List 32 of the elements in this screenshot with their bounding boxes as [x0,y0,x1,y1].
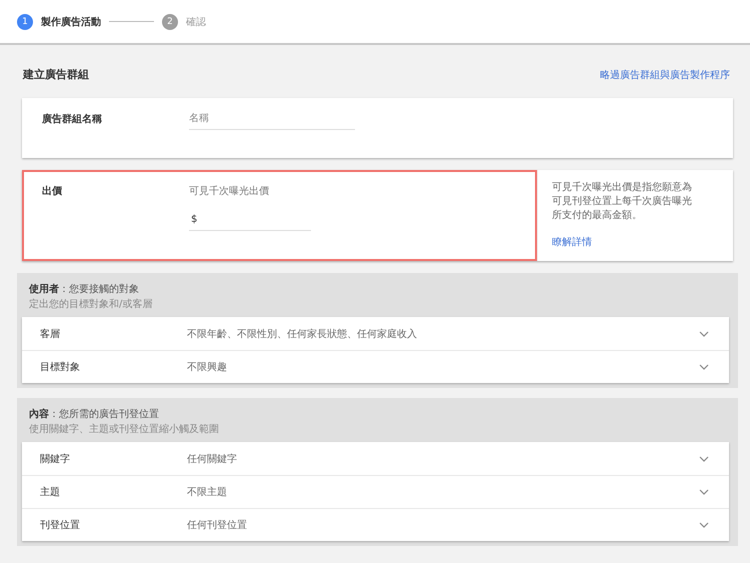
section-title: 使用者：您要接觸的對象 [29,282,140,296]
learn-more-link[interactable]: 瞭解詳情 [552,235,719,249]
row-label: 目標對象 [40,360,81,374]
row-value: 不限年齡、不限性別、任何家長狀態、任何家庭收入 [187,328,418,340]
row-value: 任何關鍵字 [187,452,238,466]
currency-prefix: $ [191,214,198,225]
settings-row[interactable]: 關鍵字 任何關鍵字 [22,442,729,475]
help-text: 可見千次曝光出價是指您願意為可見刊登位置上每千次廣告曝光所支付的最高金額。 [552,181,692,223]
row-value: 不限興趣 [187,360,228,374]
step-number: 2 [162,14,178,30]
field-label: 廣告群組名稱 [42,112,103,127]
section-subtitle: 定出您的目標對象和/或客層 [29,298,154,311]
step-label: 製作廣告活動 [41,15,101,28]
step-number: 1 [17,14,33,30]
settings-row[interactable]: 客層 不限年齡、不限性別、任何家長狀態、任何家庭收入 [22,317,729,350]
name-field[interactable]: 名稱 [189,112,355,130]
row-value: 不限主題 [187,486,228,499]
settings-row[interactable]: 主題 不限主題 [22,475,729,508]
section-title: 內容：您所需的廣告刊登位置 [29,407,160,421]
row-label: 刊登位置 [40,518,81,532]
section-subtitle: 使用關鍵字、主題或刊登位置縮小觸及範圍 [29,422,220,436]
step-label: 確認 [186,16,206,28]
field-label: 出價 [42,184,63,199]
row-label: 關鍵字 [40,452,71,466]
row-value: 任何刊登位置 [187,518,248,532]
row-label: 主題 [40,486,61,499]
bid-type-label: 可見千次曝光出價 [189,184,270,198]
skip-link[interactable]: 略過廣告群組與廣告製作程序 [600,68,730,82]
settings-row[interactable]: 刊登位置 任何刊登位置 [22,508,729,541]
settings-row[interactable]: 目標對象 不限興趣 [22,350,729,383]
page-title: 建立廣告群組 [23,67,89,82]
row-label: 客層 [40,328,61,340]
